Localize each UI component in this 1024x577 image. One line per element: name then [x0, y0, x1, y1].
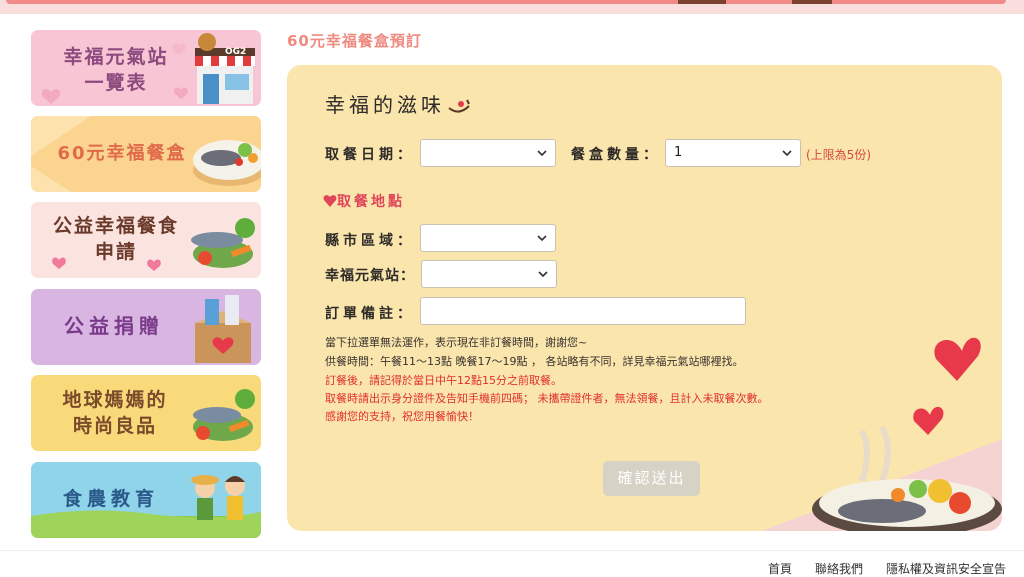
sidebar-tile-station-list[interactable]: 幸福元氣站 一覽表 OG2	[31, 30, 261, 106]
bento-icon	[193, 140, 261, 186]
top-banner-edge	[0, 0, 1024, 14]
form-heading: 幸福的滋味	[325, 89, 473, 118]
farmer-kids-icon	[191, 475, 245, 520]
tile-label: 公益幸福餐食 申請	[52, 215, 179, 263]
pickup-location-heading: 取餐地點	[323, 191, 405, 211]
bento-illustration-icon	[812, 337, 1002, 531]
tile-label: 食農教育	[62, 488, 159, 510]
quantity-select[interactable]: 1	[665, 139, 801, 167]
sidebar-tile-charity-meal[interactable]: 公益幸福餐食 申請	[31, 202, 261, 278]
vegetables-icon	[191, 218, 255, 268]
district-select[interactable]	[420, 224, 556, 252]
tile-label: 公益捐贈	[64, 314, 164, 338]
banner-decoration	[792, 0, 832, 4]
chevron-down-icon	[537, 235, 547, 242]
chevron-down-icon	[538, 271, 548, 278]
vegetables-icon	[193, 389, 255, 441]
submit-button[interactable]: 確認送出	[603, 461, 700, 496]
svg-text:OG2: OG2	[225, 47, 246, 57]
tile-label: 地球媽媽的 時尚良品	[62, 389, 168, 437]
district-label: 縣市區域：	[325, 233, 415, 249]
footer-link-contact[interactable]: 聯絡我們	[815, 560, 863, 577]
top-banner-strip	[6, 0, 1006, 4]
remarks-label: 訂單備註：	[325, 306, 415, 322]
banner-decoration	[678, 0, 726, 4]
note-line: 感謝您的支持，祝您用餐愉快！	[325, 410, 479, 423]
quantity-limit-note: (上限為5份)	[806, 148, 871, 162]
chevron-down-icon	[782, 150, 792, 157]
footer-link-home[interactable]: 首頁	[768, 560, 792, 577]
shop-icon: OG2	[195, 33, 255, 104]
sidebar-tile-food-agriculture-education[interactable]: 食農教育	[31, 462, 261, 538]
station-label: 幸福元氣站：	[325, 268, 415, 284]
page-title: 60元幸福餐盒預訂	[287, 32, 422, 50]
order-form-panel: 幸福的滋味 取餐日期： 餐盒數量： 1 (上限為5份) 取餐地點 縣市區域： 幸…	[287, 65, 1002, 531]
station-select[interactable]	[421, 260, 557, 288]
note-line: 當下拉選單無法運作，表示現在非訂餐時間，謝謝您~	[325, 336, 588, 349]
heart-icon	[323, 195, 337, 207]
sidebar-tile-donation[interactable]: 公益捐贈	[31, 289, 261, 365]
tile-label: 60元幸福餐盒	[57, 143, 187, 164]
tile-label: 幸福元氣站 一覽表	[63, 46, 169, 94]
footer: 首頁 聯絡我們 隱私權及資訊安全宣告	[0, 550, 1024, 577]
chevron-down-icon	[537, 150, 547, 157]
pickup-date-select[interactable]	[420, 139, 556, 167]
donation-box-icon	[195, 295, 251, 363]
quantity-label: 餐盒數量：	[571, 147, 661, 163]
note-line: 供餐時間：午餐11～13點 晚餐17～19點 ， 各站略有不同，詳見幸福元氣站哪…	[325, 355, 744, 368]
remarks-input[interactable]	[420, 297, 746, 325]
pickup-date-label: 取餐日期：	[325, 147, 415, 163]
sidebar-tile-bento[interactable]: 60元幸福餐盒	[31, 116, 261, 192]
note-line: 取餐時請出示身分證件及告知手機前四碼； 未攜帶證件者，無法領餐，且計入未取餐次數…	[325, 392, 769, 405]
sidebar-tile-earth-mother[interactable]: 地球媽媽的 時尚良品	[31, 375, 261, 451]
note-line: 訂餐後，請記得於當日中午12點15分之前取餐。	[325, 374, 562, 387]
footer-link-privacy[interactable]: 隱私權及資訊安全宣告	[886, 560, 1006, 577]
smile-doodle-icon	[448, 99, 470, 112]
